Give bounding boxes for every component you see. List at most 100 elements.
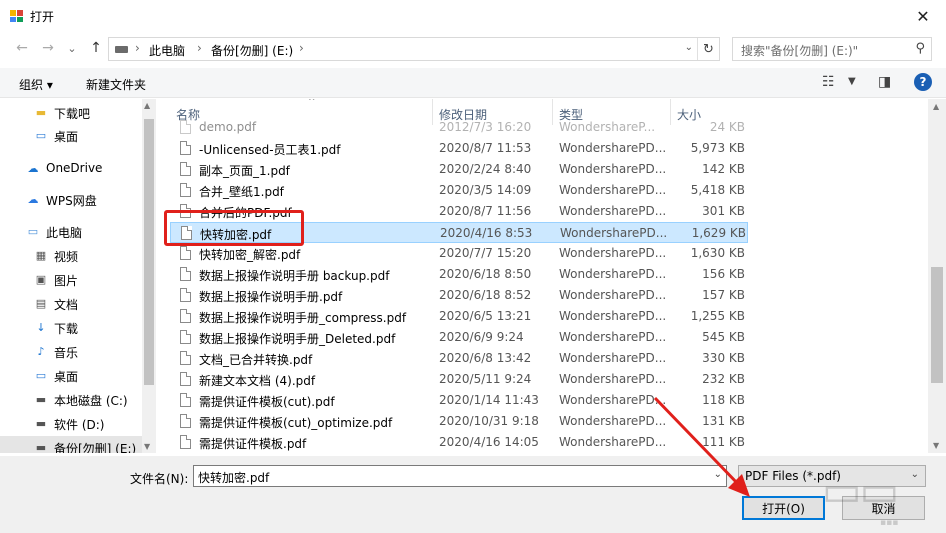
- sidebar-item-label: 文档: [54, 298, 79, 312]
- file-row[interactable]: demo.pdf 2012/7/3 16:20 WondershareP... 24 …: [170, 117, 748, 138]
- view-dropdown-icon[interactable]: ▼: [848, 76, 856, 87]
- address-dropdown-icon[interactable]: ⌄: [685, 42, 693, 53]
- file-size: 5,418 KB: [690, 183, 745, 197]
- refresh-button[interactable]: ↻: [697, 38, 719, 60]
- file-size: 142 KB: [702, 162, 745, 176]
- sidebar-item[interactable]: ▭ 桌面: [0, 124, 142, 146]
- file-row[interactable]: 副本_页面_1.pdf 2020/2/24 8:40 WondersharePD..…: [170, 159, 748, 180]
- file-row[interactable]: 合并_壁纸1.pdf 2020/3/5 14:09 WondersharePD...…: [170, 180, 748, 201]
- scrollbar-thumb[interactable]: [144, 119, 154, 385]
- sidebar-item[interactable]: ▬ 软件 (D:): [0, 412, 142, 434]
- scroll-down-icon[interactable]: ▼: [933, 441, 939, 450]
- address-bar[interactable]: › 此电脑 › 备份[勿删] (E:) › ⌄ ↻: [108, 37, 720, 61]
- file-row[interactable]: 数据上报操作说明手册_compress.pdf 2020/6/5 13:21 Won…: [170, 306, 748, 327]
- file-size: 156 KB: [702, 267, 745, 281]
- search-box[interactable]: 搜索"备份[勿删] (E:)" ⚲: [732, 37, 932, 61]
- sidebar-item-label: 桌面: [54, 130, 79, 144]
- file-date: 2020/10/31 9:18: [439, 414, 539, 428]
- file-list-scrollbar[interactable]: ▲ ▼: [928, 99, 946, 453]
- refresh-icon: ↻: [703, 41, 714, 57]
- music-icon: ♪: [37, 344, 45, 358]
- scroll-down-icon[interactable]: ▼: [144, 442, 150, 451]
- filename-label: 文件名(N):: [130, 472, 189, 486]
- pdf-file-icon: [180, 141, 191, 155]
- help-icon[interactable]: ?: [914, 73, 932, 91]
- view-options-icon[interactable]: ☷: [822, 74, 835, 90]
- pdf-file-icon: [180, 246, 191, 260]
- file-type: WondersharePD...: [559, 330, 667, 344]
- file-row[interactable]: 需提供证件模板.pdf 2020/4/16 14:05 WondersharePD.…: [170, 432, 748, 453]
- file-type: WondersharePD...: [559, 435, 667, 449]
- sidebar-item[interactable]: ☁ OneDrive: [0, 157, 142, 179]
- sidebar-item[interactable]: ♪ 音乐: [0, 340, 142, 362]
- sidebar-item[interactable]: ▭ 桌面: [0, 364, 142, 386]
- file-name: 需提供证件模板(cut)_optimize.pdf: [199, 416, 393, 430]
- pdf-file-icon: [180, 330, 191, 344]
- file-row[interactable]: 数据上报操作说明手册 backup.pdf 2020/6/18 8:50 Wonde…: [170, 264, 748, 285]
- preview-pane-icon[interactable]: ◨: [878, 74, 891, 90]
- sidebar-item[interactable]: ▭ 此电脑: [0, 220, 142, 242]
- file-row[interactable]: 快转加密_解密.pdf 2020/7/7 15:20 WondersharePD..…: [170, 243, 748, 264]
- sidebar-item-label: 音乐: [54, 346, 79, 360]
- file-row[interactable]: 数据上报操作说明手册.pdf 2020/6/18 8:52 WondershareP…: [170, 285, 748, 306]
- sidebar-item[interactable]: ☁ WPS网盘: [0, 188, 142, 210]
- back-button[interactable]: ←: [12, 38, 32, 58]
- navigation-pane-scrollbar[interactable]: ▲ ▼: [142, 99, 156, 453]
- recent-locations-button[interactable]: ⌄: [62, 38, 82, 58]
- filename-value[interactable]: 快转加密.pdf: [198, 469, 269, 486]
- file-row[interactable]: 数据上报操作说明手册_Deleted.pdf 2020/6/9 9:24 Wonde…: [170, 327, 748, 348]
- sidebar-item-label: WPS网盘: [46, 194, 97, 208]
- new-folder-button[interactable]: 新建文件夹: [86, 76, 146, 93]
- sidebar-item[interactable]: ↓ 下载: [0, 316, 142, 338]
- sidebar-item[interactable]: ▬ 下载吧: [0, 101, 142, 123]
- file-size: 330 KB: [702, 351, 745, 365]
- file-row[interactable]: -Unlicensed-员工表1.pdf 2020/8/7 11:53 Wonder…: [170, 138, 748, 159]
- up-button[interactable]: ↑: [86, 38, 106, 58]
- file-row[interactable]: 需提供证件模板(cut)_optimize.pdf 2020/10/31 9:18…: [170, 411, 748, 432]
- file-date: 2020/4/16 8:53: [440, 226, 533, 240]
- navigation-bar: ← → ⌄ ↑ › 此电脑 › 备份[勿删] (E:) › ⌄ ↻ 搜索"备份[…: [0, 32, 946, 64]
- file-row[interactable]: 文档_已合并转换.pdf 2020/6/8 13:42 WondersharePD.…: [170, 348, 748, 369]
- file-type: WondersharePD...: [559, 414, 667, 428]
- up-arrow-icon: ↑: [90, 40, 102, 56]
- scroll-up-icon[interactable]: ▲: [933, 102, 939, 111]
- download-icon: ↓: [36, 320, 46, 334]
- sidebar-item[interactable]: ▬ 本地磁盘 (C:): [0, 388, 142, 410]
- pdf-file-icon: [180, 183, 191, 197]
- scroll-up-icon[interactable]: ▲: [144, 101, 150, 110]
- sidebar-item-label: OneDrive: [46, 161, 103, 175]
- search-input[interactable]: 搜索"备份[勿删] (E:)": [741, 42, 858, 59]
- sidebar-item[interactable]: ▬ 备份[勿删] (E:): [0, 436, 142, 453]
- file-date: 2020/6/18 8:50: [439, 267, 532, 281]
- pdf-file-icon: [180, 372, 191, 386]
- file-type: WondersharePD...: [559, 204, 667, 218]
- file-size: 24 KB: [709, 120, 745, 134]
- desktop-icon: ▭: [35, 128, 47, 142]
- file-date: 2020/6/5 13:21: [439, 309, 532, 323]
- sidebar-item[interactable]: ▦ 视频: [0, 244, 142, 266]
- file-type: WondersharePD...: [559, 141, 667, 155]
- close-button[interactable]: ✕: [900, 0, 946, 32]
- sidebar-item-label: 此电脑: [46, 226, 83, 240]
- pdf-file-icon: [180, 351, 191, 365]
- forward-button[interactable]: →: [38, 38, 58, 58]
- breadcrumb-item[interactable]: 此电脑: [149, 42, 185, 59]
- window-title: 打开: [30, 10, 55, 24]
- breadcrumb-item[interactable]: 备份[勿删] (E:): [211, 42, 293, 59]
- sidebar-item[interactable]: ▤ 文档: [0, 292, 142, 314]
- file-type: WondersharePD...: [559, 351, 667, 365]
- file-row[interactable]: 需提供证件模板(cut).pdf 2020/1/14 11:43 Wondersha…: [170, 390, 748, 411]
- open-button[interactable]: 打开(O): [742, 496, 825, 520]
- file-name-panel: 文件名(N): 快转加密.pdf ⌄ PDF Files (*.pdf) ⌄ 打…: [0, 456, 946, 533]
- picture-icon: ▣: [35, 272, 47, 286]
- sidebar-item[interactable]: ▣ 图片: [0, 268, 142, 290]
- file-type: WondersharePD...: [560, 226, 668, 240]
- filename-input[interactable]: 快转加密.pdf ⌄: [193, 465, 727, 487]
- pdf-file-icon: [180, 120, 191, 134]
- sidebar-item-label: 本地磁盘 (C:): [54, 394, 128, 408]
- scrollbar-thumb[interactable]: [931, 267, 943, 383]
- file-row[interactable]: 新建文本文档 (4).pdf 2020/5/11 9:24 WondershareP…: [170, 369, 748, 390]
- organize-menu[interactable]: 组织 ▾: [19, 76, 53, 93]
- sidebar-item-label: 图片: [54, 274, 79, 288]
- chevron-down-icon[interactable]: ⌄: [714, 469, 722, 480]
